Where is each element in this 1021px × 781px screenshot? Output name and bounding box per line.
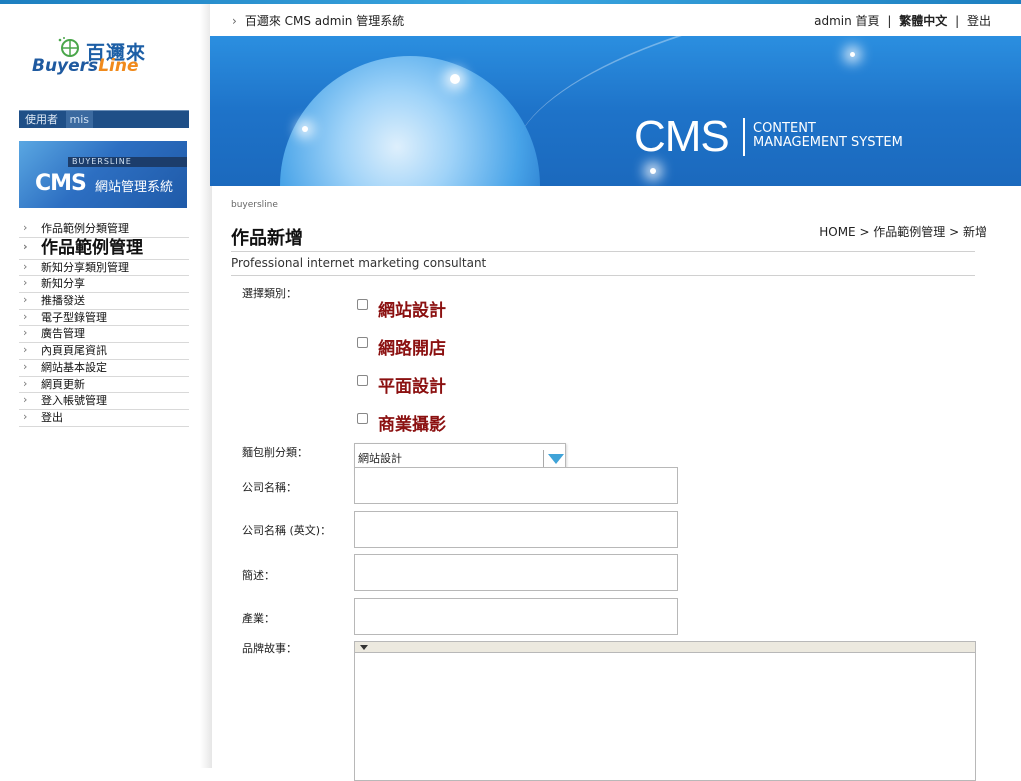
checkbox-box[interactable] xyxy=(357,375,368,386)
globe-logo-icon xyxy=(58,37,79,57)
company-name-en-label: 公司名稱 (英文)： xyxy=(242,524,332,537)
sidebar-item-settings[interactable]: 網站基本設定 xyxy=(19,359,189,377)
sidebar-item-news[interactable]: 新知分享 xyxy=(19,275,189,294)
banner-divider xyxy=(743,118,745,156)
banner-cms-text: CMS xyxy=(634,112,730,161)
sidebar-item-footer[interactable]: 內頁頁尾資訊 xyxy=(19,342,189,360)
chevron-down-icon[interactable] xyxy=(543,450,564,468)
company-name-label: 公司名稱： xyxy=(242,481,297,494)
summary-label: 簡述： xyxy=(242,569,275,582)
editor-toolbar[interactable] xyxy=(355,642,975,653)
category-checkbox-web-design[interactable]: 網站設計 xyxy=(357,296,446,321)
select-value: 網站設計 xyxy=(358,452,402,465)
banner-swoosh xyxy=(496,36,1021,186)
cms-side-banner: BUYERSLINE CMS 網站管理系統 xyxy=(19,141,187,208)
sidebar-item-ads[interactable]: 廣告管理 xyxy=(19,325,189,344)
admin-label: admin xyxy=(814,14,852,28)
page-subtitle: Professional internet marketing consulta… xyxy=(231,256,487,270)
logo[interactable]: 百邇來 BuyersLine xyxy=(32,34,182,80)
main-content: buyersline 作品新增 HOME > 作品範例管理 > 新增 Profe… xyxy=(210,186,1021,781)
logo-english-text: BuyersLine xyxy=(32,56,139,76)
category-checkbox-photography[interactable]: 商業攝影 xyxy=(357,410,446,435)
breadcrumb-category-label: 麵包削分類： xyxy=(242,446,308,459)
company-name-input[interactable] xyxy=(354,467,678,504)
sidebar-item-catalog[interactable]: 電子型錄管理 xyxy=(19,309,189,327)
checkbox-box[interactable] xyxy=(357,337,368,348)
sidebar-menu: 作品範例分類管理 作品範例管理 新知分享類別管理 新知分享 推播發送 電子型錄管… xyxy=(19,220,189,427)
header-links: admin 首頁 | 繁體中文 | 登出 xyxy=(814,12,991,29)
cms-banner-title: CMS xyxy=(35,171,87,196)
sidebar-item-accounts[interactable]: 登入帳號管理 xyxy=(19,392,189,410)
user-bar: 使用者 mis xyxy=(19,110,189,128)
sidebar-item-work-examples[interactable]: 作品範例管理 xyxy=(19,237,189,260)
sidebar-item-work-category[interactable]: 作品範例分類管理 xyxy=(19,220,189,238)
cms-banner-strip: BUYERSLINE xyxy=(68,157,187,167)
sidebar-item-push[interactable]: 推播發送 xyxy=(19,292,189,310)
sidebar: 百邇來 BuyersLine 使用者 mis BUYERSLINE CMS 網站… xyxy=(0,4,210,768)
brand-text: buyersline xyxy=(231,200,278,210)
banner-globe xyxy=(280,56,540,186)
category-checkbox-online-store[interactable]: 網路開店 xyxy=(357,334,446,359)
header: 百邇來 CMS admin 管理系統 admin 首頁 | 繁體中文 | 登出 xyxy=(210,4,1021,36)
page-title: 作品新增 xyxy=(231,228,303,249)
brand-story-editor[interactable] xyxy=(354,641,976,781)
category-label: 選擇類別： xyxy=(242,287,297,300)
category-checkbox-graphic-design[interactable]: 平面設計 xyxy=(357,372,446,397)
home-link[interactable]: 首頁 xyxy=(856,14,880,28)
checkbox-box[interactable] xyxy=(357,413,368,424)
sidebar-item-logout[interactable]: 登出 xyxy=(19,409,189,427)
user-label: 使用者 xyxy=(25,113,58,126)
sidebar-item-news-category[interactable]: 新知分享類別管理 xyxy=(19,259,189,277)
industry-input[interactable] xyxy=(354,598,678,635)
brand-story-label: 品牌故事： xyxy=(242,642,297,655)
divider xyxy=(231,275,975,276)
industry-label: 產業： xyxy=(242,612,275,625)
header-banner: CMS CONTENT MANAGEMENT SYSTEM xyxy=(210,36,1021,186)
user-name: mis xyxy=(65,111,94,128)
company-name-en-input[interactable] xyxy=(354,511,678,548)
banner-sparkle xyxy=(450,74,460,84)
header-breadcrumb: 百邇來 CMS admin 管理系統 xyxy=(232,12,404,29)
language-link[interactable]: 繁體中文 xyxy=(899,14,947,28)
banner-description: CONTENT MANAGEMENT SYSTEM xyxy=(753,121,903,150)
cms-banner-subtitle: 網站管理系統 xyxy=(95,180,174,195)
checkbox-box[interactable] xyxy=(357,299,368,310)
banner-sparkle xyxy=(850,52,855,57)
banner-sparkle xyxy=(302,126,308,132)
banner-sparkle xyxy=(650,168,656,174)
page-breadcrumb: HOME > 作品範例管理 > 新增 xyxy=(819,225,987,239)
separator: | xyxy=(955,14,960,28)
logout-link[interactable]: 登出 xyxy=(967,14,991,28)
separator: | xyxy=(887,14,892,28)
divider xyxy=(231,251,975,252)
sidebar-item-update[interactable]: 網頁更新 xyxy=(19,376,189,394)
summary-input[interactable] xyxy=(354,554,678,591)
